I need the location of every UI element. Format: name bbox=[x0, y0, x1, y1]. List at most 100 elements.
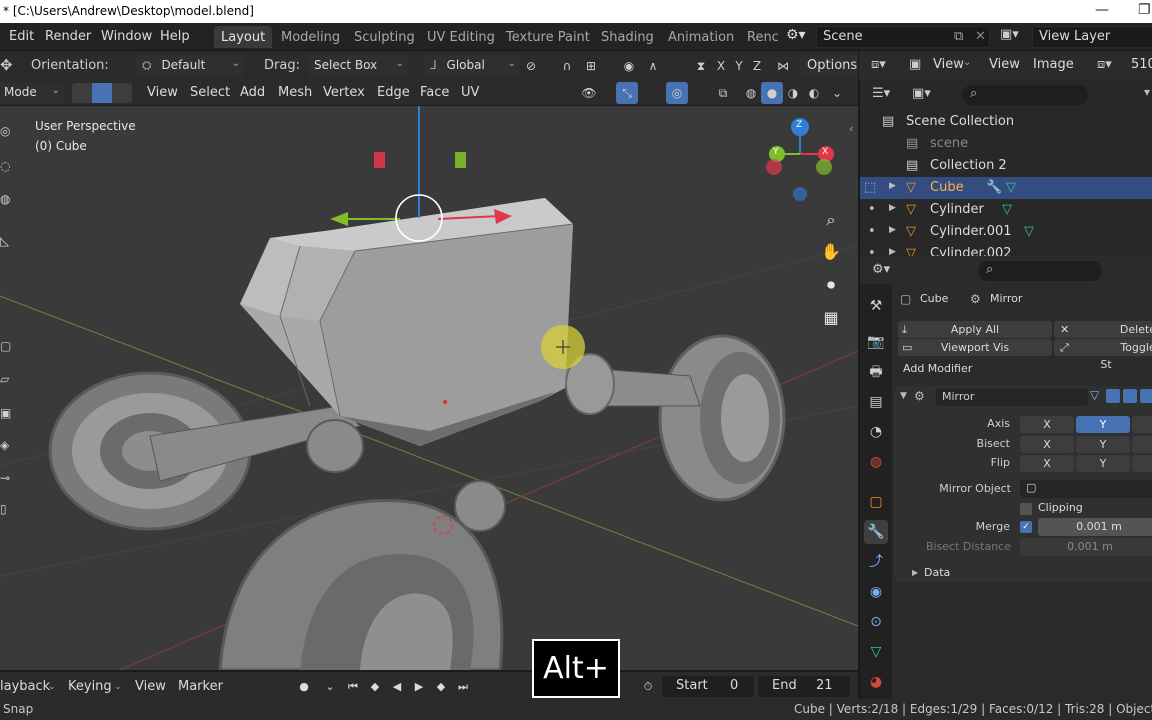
play-button[interactable]: ▶ bbox=[409, 677, 429, 696]
modifier-tab-icon[interactable]: 🔧 bbox=[864, 520, 888, 544]
expand-triangle-icon[interactable]: ▶ bbox=[889, 203, 896, 213]
cage-toggle-icon[interactable] bbox=[1106, 389, 1120, 403]
face-select-icon[interactable] bbox=[112, 83, 132, 103]
merge-checkbox[interactable]: ✓ bbox=[1020, 521, 1032, 533]
physics-tab-icon[interactable]: ◉ bbox=[864, 580, 888, 604]
mirror-z-toggle[interactable]: Z bbox=[746, 55, 768, 77]
ortho-grid-icon[interactable]: ▦ bbox=[818, 305, 844, 331]
flip-y-toggle[interactable]: Y bbox=[1076, 455, 1130, 472]
sidebar-toggle-icon[interactable]: ‹ bbox=[849, 122, 853, 135]
render-toggle-icon[interactable] bbox=[1140, 389, 1152, 403]
tab-rendering[interactable]: Renc bbox=[740, 26, 786, 48]
loopcut-tool-icon[interactable]: ◈ bbox=[0, 438, 14, 456]
modifier-name-field[interactable]: Mirror bbox=[936, 388, 1088, 406]
image-name-field[interactable]: 510 bbox=[1131, 57, 1152, 72]
tool-tab-icon[interactable]: ⚒ bbox=[864, 294, 888, 318]
options-button[interactable]: Options bbox=[800, 55, 865, 77]
menu-uv[interactable]: UV bbox=[461, 85, 479, 100]
material-tab-icon[interactable]: ◕ bbox=[864, 670, 888, 694]
bisect-distance-field[interactable]: 0.001 m bbox=[1020, 538, 1152, 556]
close-icon[interactable]: ✕ bbox=[975, 29, 986, 44]
cursor-tool-icon[interactable]: ◌ bbox=[0, 159, 14, 177]
collapse-triangle-icon[interactable]: ▼ bbox=[900, 391, 907, 401]
visibility-icon[interactable]: 👁 bbox=[578, 82, 600, 104]
move-tool-icon[interactable]: ◍ bbox=[0, 192, 14, 210]
output-tab-icon[interactable]: 🖶 bbox=[864, 360, 888, 384]
flip-z-toggle[interactable] bbox=[1132, 455, 1152, 472]
proportional-edit-icon[interactable]: ◉ bbox=[618, 55, 640, 77]
editor-type-icon[interactable]: ☰▾ bbox=[872, 86, 890, 101]
bisect-y-toggle[interactable]: Y bbox=[1076, 436, 1130, 453]
snap-target-icon[interactable]: ⊞ bbox=[580, 55, 602, 77]
view-layer-tab-icon[interactable]: ▤ bbox=[864, 390, 888, 414]
delete-all-button[interactable]: ✕ Delete A bbox=[1054, 321, 1152, 353]
shading-options-icon[interactable]: ⌄ bbox=[826, 82, 848, 104]
axis-x-toggle[interactable]: X bbox=[1020, 416, 1074, 433]
jump-end-button[interactable]: ⏭ bbox=[453, 677, 473, 696]
measure-tool-icon[interactable]: ◺ bbox=[0, 234, 14, 252]
tab-animation[interactable]: Animation bbox=[661, 26, 741, 48]
extrude-tool-icon[interactable]: ▢ bbox=[0, 339, 14, 357]
apply-all-button[interactable]: ⤓ Apply All bbox=[898, 321, 1052, 338]
keyframe-options-icon[interactable]: ⌄ bbox=[320, 677, 340, 696]
outliner-item-collection-2[interactable]: ▤ Collection 2 bbox=[860, 155, 1152, 177]
jump-start-button[interactable]: ⏮ bbox=[343, 677, 363, 696]
playback-menu[interactable]: layback bbox=[0, 679, 50, 694]
snap-icon[interactable]: ∩ bbox=[556, 55, 578, 77]
menu-edge[interactable]: Edge bbox=[377, 85, 410, 100]
start-frame-field[interactable]: Start 0 bbox=[662, 676, 754, 697]
merge-distance-field[interactable]: 0.001 m bbox=[1038, 518, 1152, 536]
outliner-item-scene[interactable]: ▤ scene bbox=[860, 133, 1152, 155]
drag-dropdown[interactable]: Select Box ⌄ bbox=[308, 55, 408, 76]
transform-orientation-dropdown[interactable]: ⅃ Global ⌄ bbox=[424, 55, 520, 76]
outliner-item-cylinder[interactable]: • ▶ ▽ Cylinder ▽ bbox=[860, 199, 1152, 221]
view-mode-dropdown[interactable]: View bbox=[933, 57, 964, 72]
menu-window[interactable]: Window bbox=[101, 29, 152, 44]
editor-type-icon[interactable]: ⚙▾ bbox=[872, 262, 890, 277]
orientation-dropdown[interactable]: ⛭ Default ⌄ bbox=[136, 55, 244, 76]
tab-modeling[interactable]: Modeling bbox=[274, 26, 347, 48]
tab-shading[interactable]: Shading bbox=[594, 26, 661, 48]
menu-select[interactable]: Select bbox=[190, 85, 230, 100]
knife-tool-icon[interactable]: ⊸ bbox=[0, 471, 14, 489]
expand-triangle-icon[interactable]: ▶ bbox=[889, 181, 896, 191]
wireframe-shading-icon[interactable]: ◍ bbox=[740, 82, 762, 104]
expand-triangle-icon[interactable]: ▶ bbox=[889, 247, 896, 256]
image-browse-icon[interactable]: ⧈▾ bbox=[1097, 57, 1112, 72]
menu-help[interactable]: Help bbox=[160, 29, 190, 44]
minimize-button[interactable]: — bbox=[1095, 2, 1109, 18]
mode-dropdown[interactable]: Mode ⌄ bbox=[0, 82, 64, 103]
record-button[interactable]: ● bbox=[294, 677, 314, 696]
material-shading-icon[interactable]: ◑ bbox=[782, 82, 804, 104]
bisect-x-toggle[interactable]: X bbox=[1020, 436, 1074, 453]
auto-merge-icon[interactable]: ⋈ bbox=[772, 55, 794, 77]
view-layer-icon[interactable]: ▣▾ bbox=[1000, 27, 1019, 42]
gizmo-toggle-icon[interactable]: ⤡ bbox=[616, 82, 638, 104]
view-layer-selector[interactable]: View Layer bbox=[1032, 26, 1152, 48]
bevel-tool-icon[interactable]: ▣ bbox=[0, 406, 14, 424]
particles-tab-icon[interactable]: ⤴ bbox=[864, 550, 888, 574]
scene-selector[interactable]: Scene ⧉ ✕ bbox=[816, 26, 990, 48]
menu-face[interactable]: Face bbox=[420, 85, 449, 100]
expand-triangle-icon[interactable]: ▶ bbox=[912, 568, 918, 577]
scene-tab-icon[interactable]: ◔ bbox=[864, 420, 888, 444]
menu-add[interactable]: Add bbox=[240, 85, 265, 100]
menu-mesh[interactable]: Mesh bbox=[278, 85, 312, 100]
end-frame-field[interactable]: End 21 bbox=[758, 676, 850, 697]
menu-vertex[interactable]: Vertex bbox=[323, 85, 365, 100]
zoom-icon[interactable]: ⌕ bbox=[818, 207, 844, 233]
xray-icon[interactable]: ⧉ bbox=[712, 82, 734, 104]
outliner-item-cylinder-002[interactable]: • ▶ ▽ Cylinder.002 bbox=[860, 243, 1152, 256]
inset-tool-icon[interactable]: ▱ bbox=[0, 372, 14, 390]
viewport-vis-button[interactable]: ▭ Viewport Vis bbox=[898, 339, 1052, 356]
tab-layout[interactable]: Layout bbox=[214, 26, 273, 48]
solid-shading-icon[interactable]: ● bbox=[761, 82, 783, 104]
outliner-scene-collection[interactable]: ▤ Scene Collection bbox=[860, 111, 1152, 133]
outliner-item-cylinder-001[interactable]: • ▶ ▽ Cylinder.001 ▽ bbox=[860, 221, 1152, 243]
expand-triangle-icon[interactable]: ▶ bbox=[889, 225, 896, 235]
play-reverse-button[interactable]: ◀ bbox=[387, 677, 407, 696]
3d-viewport[interactable]: Z Y X User Perspective (0) Cube ⌕ ✋ ⏺ ▦ … bbox=[0, 106, 858, 670]
image-icon[interactable]: ▣ bbox=[909, 57, 921, 72]
constraints-tab-icon[interactable]: ⊙ bbox=[864, 610, 888, 634]
toggle-stack-button[interactable]: ⤢ Toggle St bbox=[1054, 339, 1152, 371]
